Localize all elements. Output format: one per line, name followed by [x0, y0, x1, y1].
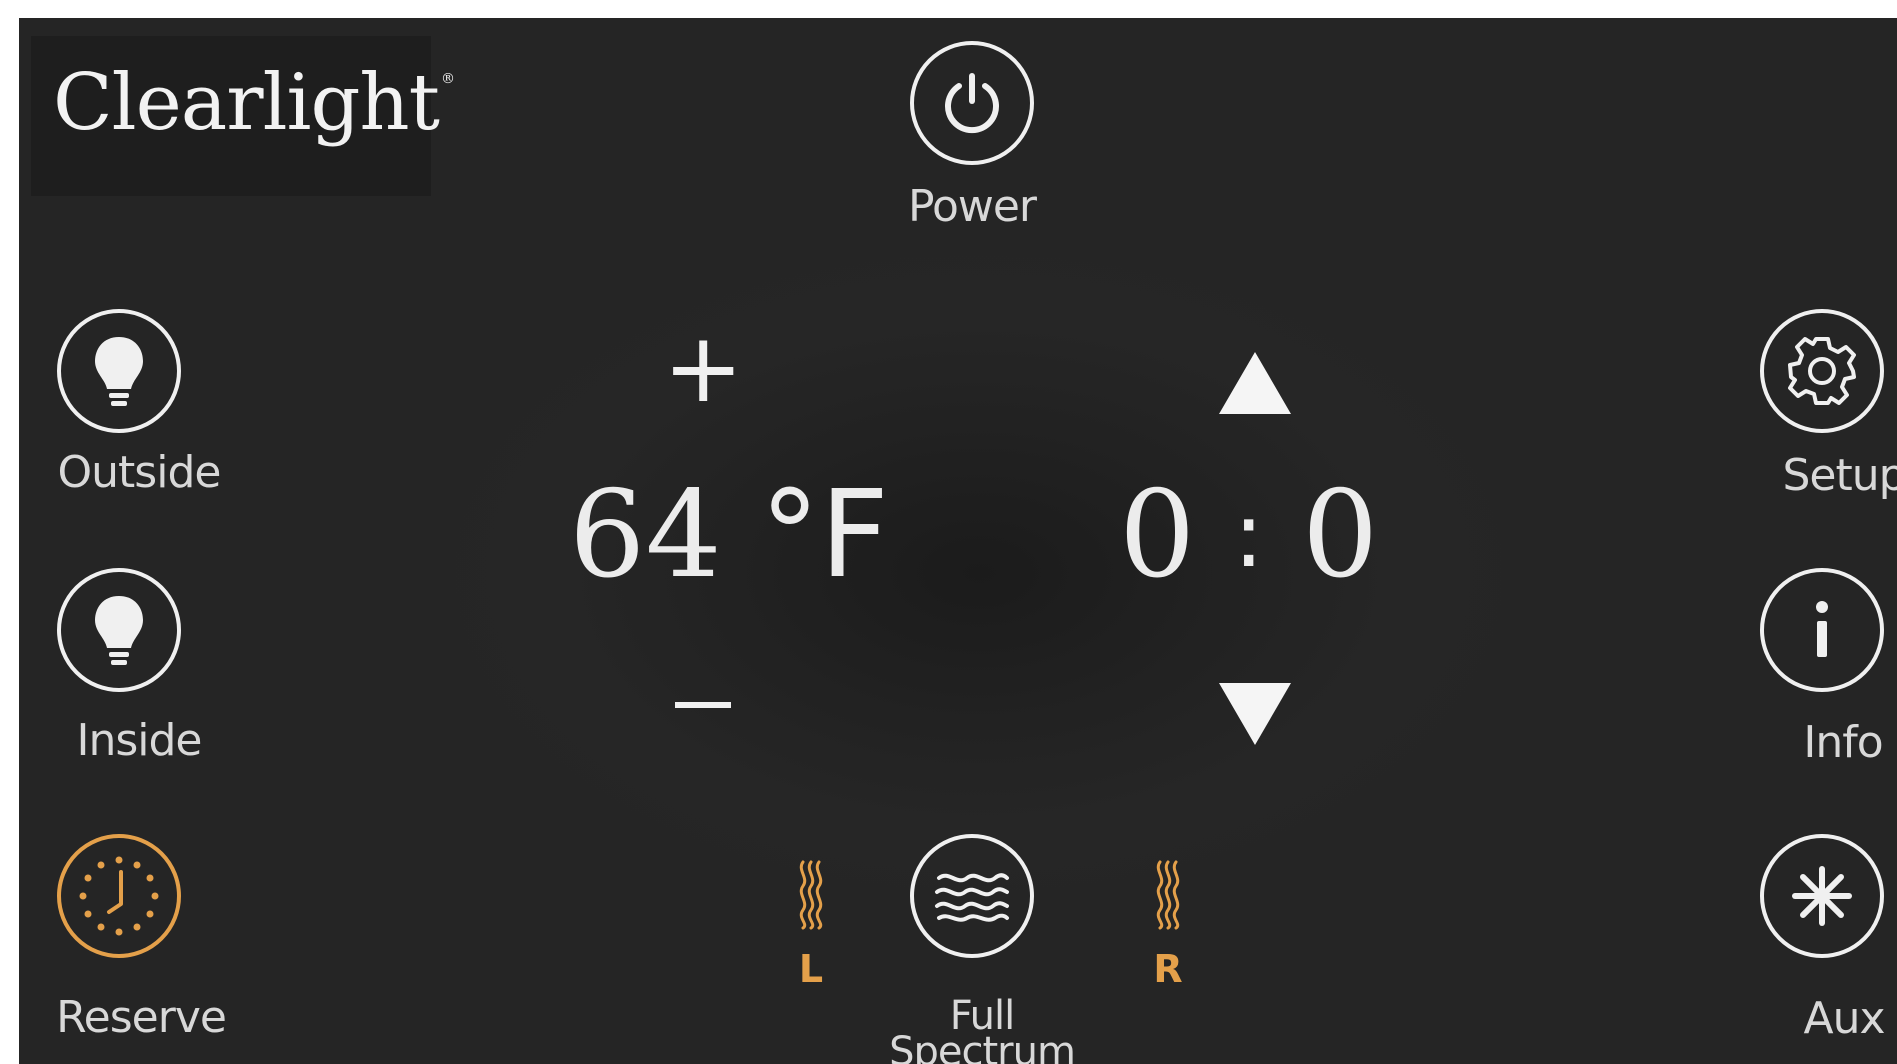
clock-icon: [79, 856, 159, 936]
timer-up-button[interactable]: [1211, 336, 1299, 418]
gear-icon: [1788, 337, 1856, 405]
lightbulb-icon: [95, 337, 143, 406]
inside-label: Inside: [76, 715, 202, 766]
heat-waves-icon: [935, 873, 1009, 922]
info-button[interactable]: [1760, 568, 1884, 692]
aux-label: Aux: [1803, 993, 1885, 1044]
timer-display: 0 : 0: [1119, 476, 1378, 596]
power-icon: [945, 73, 999, 134]
heat-wave-left-icon: [799, 860, 823, 930]
registered-mark: ®: [440, 71, 455, 87]
info-icon: [1816, 601, 1828, 657]
outside-light-button[interactable]: [57, 309, 181, 433]
sauna-control-panel: Clearlight ® Power Outside Inside Reserv…: [19, 18, 1897, 1064]
lightbulb-icon: [95, 596, 143, 665]
reserve-button[interactable]: [57, 834, 181, 958]
brand-name: Clearlight: [53, 58, 440, 148]
full-spectrum-label: Full Spectrum: [872, 996, 1092, 1064]
power-label: Power: [907, 181, 1037, 232]
asterisk-icon: [1792, 866, 1852, 926]
temperature-decrease-button[interactable]: [663, 676, 743, 736]
info-label: Info: [1803, 717, 1883, 768]
right-zone-label: R: [1153, 947, 1183, 991]
full-spectrum-button[interactable]: [910, 834, 1034, 958]
triangle-up-icon: [1219, 352, 1291, 414]
aux-button[interactable]: [1760, 834, 1884, 958]
temperature-value: 64: [569, 466, 722, 605]
temperature-increase-button[interactable]: +: [663, 312, 744, 424]
timer-hours: 0: [1119, 466, 1196, 605]
timer-minutes: 0: [1302, 466, 1379, 605]
inside-light-button[interactable]: [57, 568, 181, 692]
brand-logo: Clearlight ®: [53, 64, 455, 142]
triangle-down-icon: [1219, 683, 1291, 745]
temperature-unit: °F: [759, 466, 889, 605]
timer-separator: :: [1233, 483, 1264, 588]
heat-wave-right-icon: [1156, 860, 1180, 930]
outside-label: Outside: [57, 447, 222, 498]
minus-icon: [675, 702, 731, 708]
reserve-label: Reserve: [56, 992, 227, 1043]
left-zone-label: L: [798, 947, 824, 991]
setup-button[interactable]: [1760, 309, 1884, 433]
power-button[interactable]: [910, 41, 1034, 165]
setup-label: Setup: [1782, 450, 1897, 501]
temperature-display: 64 °F: [569, 476, 889, 596]
right-heater-zone-button[interactable]: R: [1133, 858, 1203, 998]
left-heater-zone-button[interactable]: L: [776, 858, 846, 998]
timer-down-button[interactable]: [1211, 673, 1299, 755]
plus-icon: +: [663, 312, 744, 424]
full-spectrum-label-line2: Spectrum: [889, 1029, 1076, 1064]
